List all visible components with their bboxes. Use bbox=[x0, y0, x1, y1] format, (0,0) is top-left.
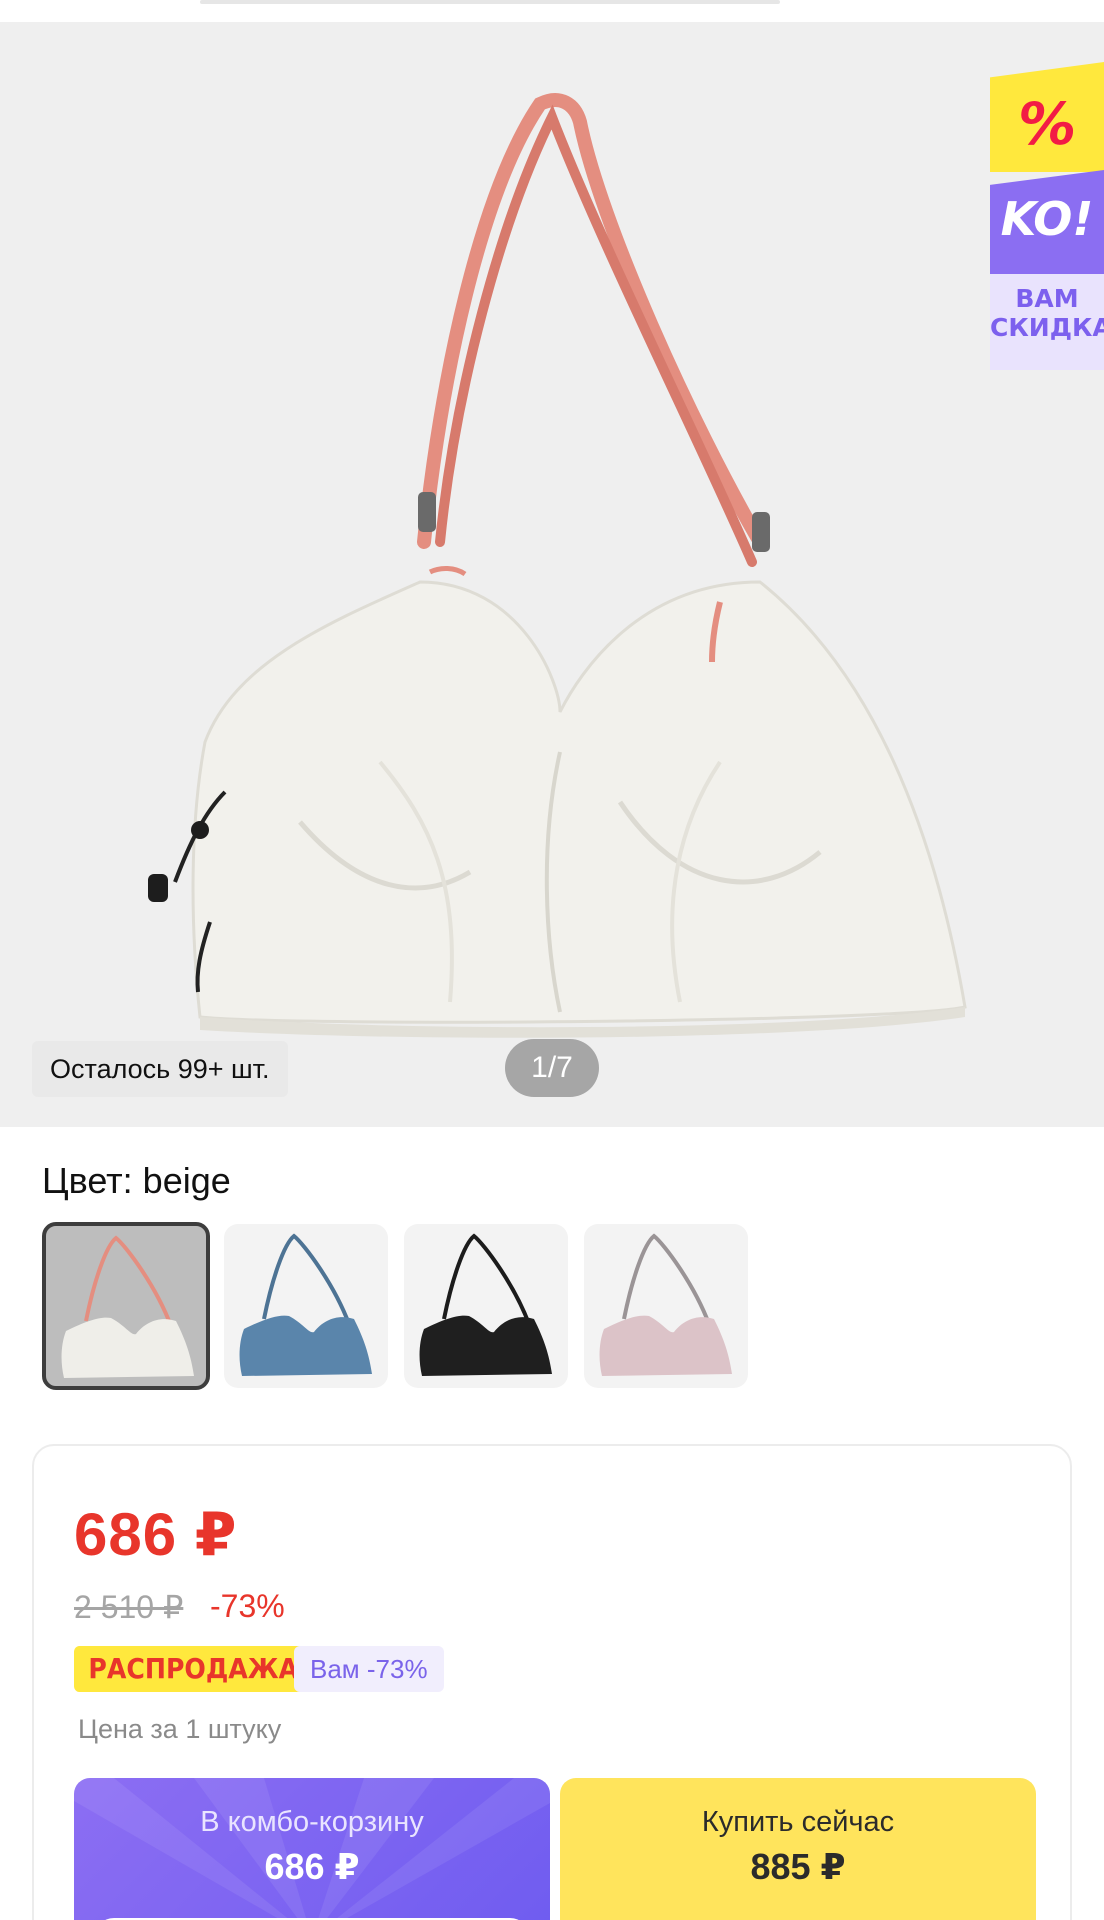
buy-button-label: Купить сейчас bbox=[701, 1806, 895, 1838]
stock-remaining-label: Осталось 99+ шт. bbox=[32, 1041, 288, 1097]
old-price: 2 510 ₽ bbox=[74, 1589, 184, 1625]
promo-brand: KO! bbox=[1000, 192, 1094, 246]
color-swatch-beige[interactable] bbox=[42, 1222, 210, 1390]
sale-badge: РАСПРОДАЖА bbox=[74, 1646, 313, 1692]
combo-button-label: В комбо-корзину bbox=[200, 1806, 424, 1838]
color-label: Цвет: beige bbox=[42, 1160, 231, 1201]
current-price: 686 ₽ bbox=[74, 1501, 238, 1568]
promo-text-line1: ВАМ bbox=[1015, 284, 1079, 313]
color-swatch-black[interactable] bbox=[404, 1224, 568, 1388]
color-swatch-pink[interactable] bbox=[584, 1224, 748, 1388]
add-to-combo-cart-button[interactable]: В комбо-корзину 686 ₽ bbox=[74, 1778, 550, 1920]
price-card: 686 ₽ 2 510 ₽ -73% РАСПРОДАЖА Вам -73% Ц… bbox=[32, 1444, 1072, 1920]
buy-now-button[interactable]: Купить сейчас 885 ₽ bbox=[560, 1778, 1036, 1920]
percent-icon: % bbox=[1013, 90, 1081, 158]
top-strip bbox=[0, 0, 1104, 22]
bag-thumbnail bbox=[61, 1235, 194, 1378]
price-per-unit: Цена за 1 штуку bbox=[78, 1714, 282, 1744]
combo-button-price: 686 ₽ bbox=[264, 1846, 360, 1887]
color-swatches bbox=[42, 1222, 762, 1390]
bag-thumbnail bbox=[419, 1233, 552, 1376]
buy-button-price: 885 ₽ bbox=[750, 1846, 846, 1887]
bag-thumbnail bbox=[239, 1233, 372, 1376]
promo-discount-sticker[interactable]: % KO! ВАМ СКИДКА bbox=[990, 62, 1104, 370]
product-image-gallery[interactable]: % KO! ВАМ СКИДКА Осталось 99+ шт. 1/7 bbox=[0, 22, 1104, 1127]
color-swatch-blue[interactable] bbox=[224, 1224, 388, 1388]
promo-text: ВАМ СКИДКА bbox=[990, 284, 1104, 342]
personal-discount-badge[interactable]: Вам -73% bbox=[294, 1646, 444, 1692]
drag-handle[interactable] bbox=[200, 0, 780, 4]
product-image bbox=[148, 93, 967, 1038]
image-counter: 1/7 bbox=[505, 1039, 599, 1097]
discount-percent: -73% bbox=[210, 1588, 285, 1624]
bag-thumbnail bbox=[599, 1233, 732, 1376]
promo-text-line2: СКИДКА bbox=[990, 313, 1104, 342]
